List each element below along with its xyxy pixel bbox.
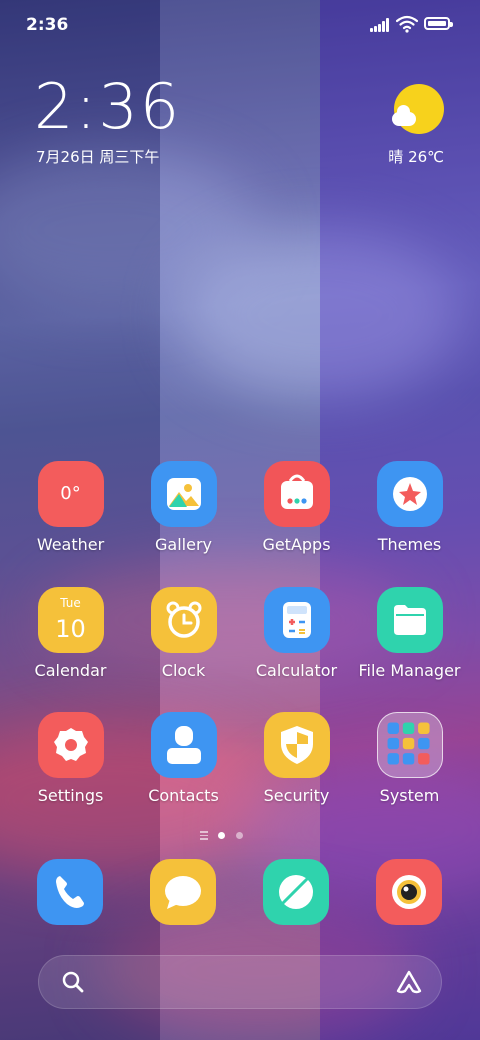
calendar-icon-day: Tue [60,596,81,610]
calculator-icon [263,587,330,653]
app-label: Clock [161,661,206,680]
gear-icon [37,712,104,778]
app-label: Settings [37,786,104,805]
clock-widget-date[interactable]: 7月26日 周三下午 [36,146,159,167]
status-bar: 2:36 [0,0,480,50]
weather-icon: 0° [37,461,104,527]
app-label: Contacts [148,786,219,805]
app-label: Weather [36,535,105,554]
app-calendar[interactable]: Tue 10 Calendar [14,587,127,680]
app-label: Gallery [155,535,212,554]
contacts-icon [150,712,217,778]
app-themes[interactable]: Themes [353,461,466,554]
calendar-icon-date: 10 [55,615,86,643]
app-label: GetApps [262,535,331,554]
page-dot-active[interactable] [218,832,225,839]
app-gallery[interactable]: Gallery [127,461,240,554]
app-getapps[interactable]: GetApps [240,461,353,554]
status-time: 2:36 [26,15,69,35]
weather-icon-temp: 0° [60,483,81,504]
search-bar[interactable] [38,955,442,1009]
clock-widget-time[interactable]: 2:36 [34,76,181,138]
themes-icon [376,461,443,527]
search-icon[interactable] [61,970,85,994]
page-indicator[interactable] [0,831,480,841]
app-label: Calendar [34,661,107,680]
app-label: File Manager [358,661,461,680]
alarm-clock-icon [150,587,217,653]
gallery-icon [150,461,217,527]
camera-icon[interactable] [376,859,442,925]
assistant-icon[interactable] [395,969,423,995]
app-system-folder[interactable]: System [353,712,466,805]
message-bubble-icon[interactable] [150,859,216,925]
list-view-icon[interactable] [200,831,208,840]
weather-widget-text: 晴 26℃ [388,148,444,166]
calendar-icon: Tue 10 [37,587,104,653]
app-security[interactable]: Security [240,712,353,805]
app-settings[interactable]: Settings [14,712,127,805]
cellular-signal-icon [370,18,390,32]
page-dot[interactable] [236,832,243,839]
phone-icon[interactable] [37,859,103,925]
app-label: System [379,786,440,805]
app-file-manager[interactable]: File Manager [353,587,466,680]
app-weather[interactable]: 0° Weather [14,461,127,554]
app-label: Calculator [255,661,338,680]
app-calculator[interactable]: Calculator [240,587,353,680]
shopping-bag-icon [263,461,330,527]
app-label: Security [263,786,330,805]
battery-icon [424,17,453,30]
app-contacts[interactable]: Contacts [127,712,240,805]
shield-icon [263,712,330,778]
wifi-icon [396,15,418,33]
folder-grid-icon [376,712,443,778]
browser-icon[interactable] [263,859,329,925]
app-clock[interactable]: Clock [127,587,240,680]
app-label: Themes [377,535,442,554]
folder-icon [376,587,443,653]
